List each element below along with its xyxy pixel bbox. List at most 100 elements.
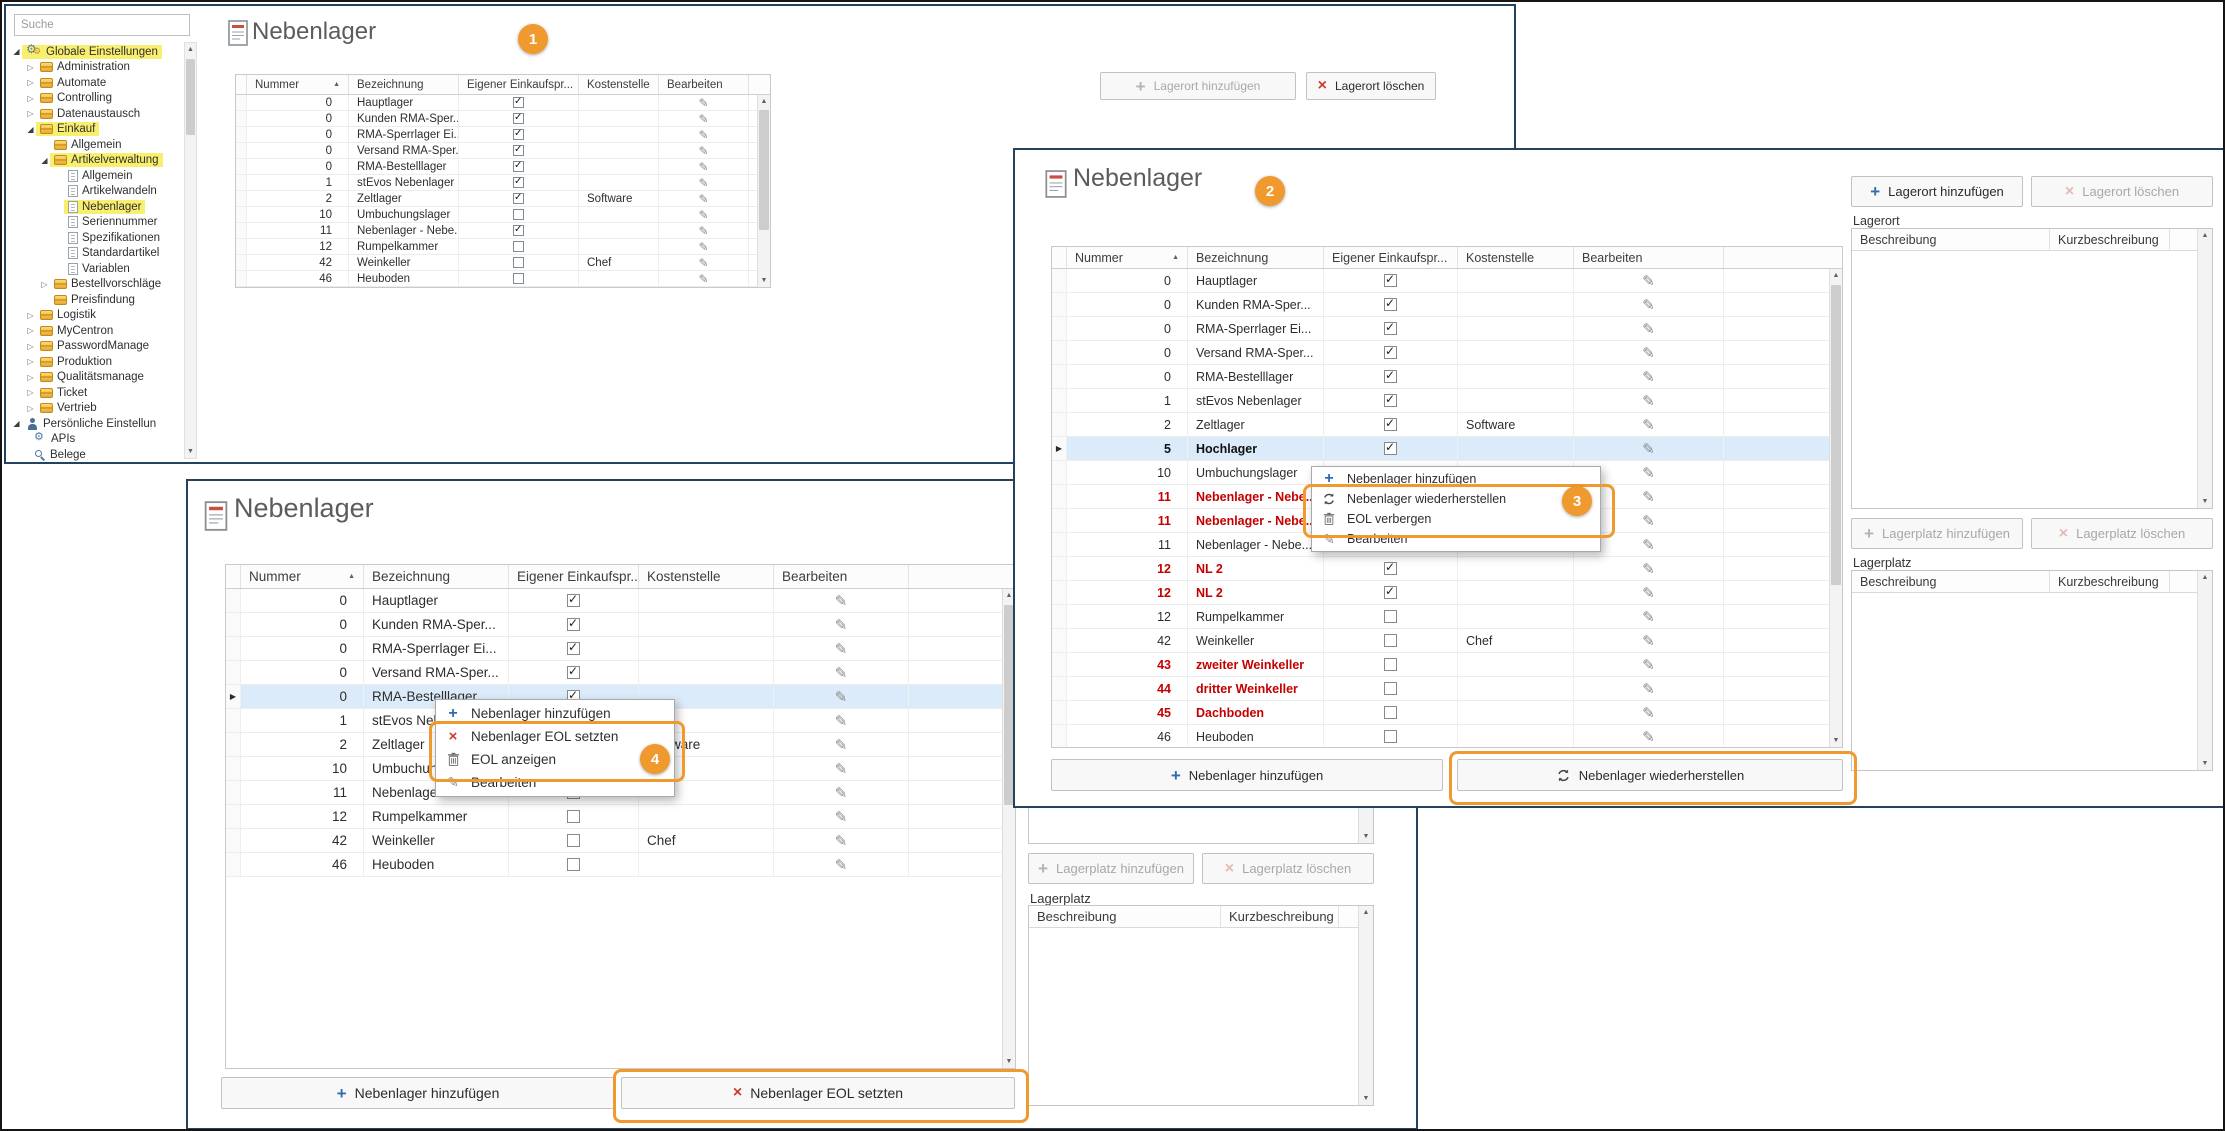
column-header-bearbeiten[interactable]: Bearbeiten (774, 565, 909, 588)
edit-pencil-icon[interactable] (1642, 536, 1655, 554)
scroll-down-icon[interactable] (185, 445, 196, 458)
eigener-einkaufspreis-checkbox[interactable] (567, 858, 580, 871)
eigener-einkaufspreis-checkbox[interactable] (1384, 370, 1397, 383)
edit-pencil-icon[interactable] (835, 808, 848, 826)
tree-item[interactable]: Spezifikationen (6, 230, 184, 246)
lagerplatz-loeschen-button[interactable]: ×Lagerplatz löschen (1202, 853, 1374, 884)
eigener-einkaufspreis-checkbox[interactable] (567, 834, 580, 847)
tree-item[interactable]: Variablen (6, 261, 184, 277)
table-scrollbar[interactable] (757, 95, 770, 287)
edit-pencil-icon[interactable] (1642, 656, 1655, 674)
edit-pencil-icon[interactable] (835, 712, 848, 730)
table-row[interactable]: 0 RMA-Bestelllager (236, 159, 757, 175)
table-row[interactable]: 2 Zeltlager Software (236, 191, 757, 207)
tree-expander-icon[interactable] (25, 78, 36, 87)
table-row[interactable]: 46 Heuboden (236, 271, 757, 287)
edit-pencil-icon[interactable] (698, 176, 708, 190)
scroll-down-icon[interactable] (1003, 1055, 1015, 1068)
eigener-einkaufspreis-checkbox[interactable] (513, 241, 524, 252)
column-header-nummer[interactable]: Nummer▲ (247, 75, 349, 94)
eigener-einkaufspreis-checkbox[interactable] (1384, 274, 1397, 287)
table-row[interactable]: 0 RMA-Bestelllager (1052, 365, 1829, 389)
table-row[interactable]: 0 Hauptlager (236, 95, 757, 111)
edit-pencil-icon[interactable] (1642, 440, 1655, 458)
column-header-kurzbeschreibung[interactable]: Kurzbeschreibung (2050, 229, 2170, 250)
eigener-einkaufspreis-checkbox[interactable] (1384, 562, 1397, 575)
edit-pencil-icon[interactable] (698, 224, 708, 238)
search-input[interactable] (14, 14, 190, 36)
tree-item[interactable]: PasswordManage (6, 339, 184, 355)
table-row[interactable]: 5 Hochlager (1052, 437, 1829, 461)
tree-expander-icon[interactable] (25, 63, 36, 72)
table-row[interactable]: 0 RMA-Sperrlager Ei... (236, 127, 757, 143)
nebenlager-wiederherstellen-button[interactable]: Nebenlager wiederherstellen (1457, 759, 1843, 791)
table-row[interactable]: 44 dritter Weinkeller (1052, 677, 1829, 701)
eigener-einkaufspreis-checkbox[interactable] (513, 273, 524, 284)
tree-item[interactable]: Artikelverwaltung (6, 153, 184, 169)
nebenlager-hinzufuegen-button[interactable]: +Nebenlager hinzufügen (1051, 759, 1443, 791)
edit-pencil-icon[interactable] (1642, 728, 1655, 746)
edit-pencil-icon[interactable] (698, 112, 708, 126)
tree-expander-icon[interactable] (25, 342, 36, 351)
tree-expander-icon[interactable] (25, 311, 36, 320)
eigener-einkaufspreis-checkbox[interactable] (513, 161, 524, 172)
table-row[interactable]: 0 Versand RMA-Sper... (236, 143, 757, 159)
edit-pencil-icon[interactable] (1642, 464, 1655, 482)
tree-item[interactable]: Nebenlager (6, 199, 184, 215)
eigener-einkaufspreis-checkbox[interactable] (1384, 298, 1397, 311)
column-header-bezeichnung[interactable]: Bezeichnung (349, 75, 459, 94)
tree-expander-icon[interactable] (25, 326, 36, 335)
lagerplatz-loeschen-button[interactable]: ×Lagerplatz löschen (2031, 518, 2213, 549)
eigener-einkaufspreis-checkbox[interactable] (1384, 346, 1397, 359)
edit-pencil-icon[interactable] (698, 128, 708, 142)
table-row[interactable]: 0 Kunden RMA-Sper... (1052, 293, 1829, 317)
eigener-einkaufspreis-checkbox[interactable] (567, 666, 580, 679)
edit-pencil-icon[interactable] (835, 784, 848, 802)
menu-item-eol-anzeigen[interactable]: EOL anzeigen (436, 748, 674, 771)
lagerplatz-hinzufuegen-button[interactable]: +Lagerplatz hinzufügen (1851, 518, 2023, 549)
tree-item[interactable]: Qualitätsmanage (6, 370, 184, 386)
table-row[interactable]: 42 Weinkeller Chef (226, 829, 1002, 853)
tree-item[interactable]: Persönliche Einstellun (6, 416, 184, 432)
lagerort-loeschen-button[interactable]: ×Lagerort löschen (2031, 176, 2213, 207)
nebenlager-eol-setzten-button[interactable]: ×Nebenlager EOL setzten (621, 1077, 1015, 1109)
menu-item-eol-verbergen[interactable]: EOL verbergen (1312, 509, 1600, 529)
lagerort-hinzufuegen-button[interactable]: +Lagerort hinzufügen (1851, 176, 2023, 207)
tree-item[interactable]: Seriennummer (6, 215, 184, 231)
edit-pencil-icon[interactable] (835, 688, 848, 706)
tree-expander-icon[interactable] (25, 373, 36, 382)
tree-expander-icon[interactable] (11, 47, 22, 56)
list-scrollbar[interactable] (1358, 906, 1373, 1105)
lagerplatz-hinzufuegen-button[interactable]: +Lagerplatz hinzufügen (1028, 853, 1194, 884)
lagerort-loeschen-button[interactable]: ×Lagerort löschen (1306, 72, 1436, 100)
tree-item[interactable]: Einkauf (6, 122, 184, 138)
tree-expander-icon[interactable] (25, 94, 36, 103)
menu-item-bearbeiten[interactable]: ✎ Bearbeiten (1312, 529, 1600, 549)
eigener-einkaufspreis-checkbox[interactable] (513, 145, 524, 156)
tree-item[interactable]: Automate (6, 75, 184, 91)
menu-item-bearbeiten[interactable]: ✎ Bearbeiten (436, 771, 674, 794)
column-header-eigener-einkaufspreis[interactable]: Eigener Einkaufspr... (459, 75, 579, 94)
tree-item[interactable]: Standardartikel (6, 246, 184, 262)
eigener-einkaufspreis-checkbox[interactable] (1384, 610, 1397, 623)
tree-item[interactable]: Controlling (6, 91, 184, 107)
nebenlager-hinzufuegen-button[interactable]: +Nebenlager hinzufügen (221, 1077, 615, 1109)
column-header-nummer[interactable]: Nummer▲ (241, 565, 364, 588)
tree-item[interactable]: APIs (6, 432, 184, 448)
edit-pencil-icon[interactable] (835, 736, 848, 754)
eigener-einkaufspreis-checkbox[interactable] (513, 177, 524, 188)
edit-pencil-icon[interactable] (1642, 344, 1655, 362)
list-scrollbar[interactable] (2197, 229, 2212, 508)
table-row[interactable]: 42 Weinkeller Chef (1052, 629, 1829, 653)
eigener-einkaufspreis-checkbox[interactable] (567, 594, 580, 607)
tree-expander-icon[interactable] (25, 125, 36, 134)
tree-item[interactable]: Globale Einstellungen (6, 44, 184, 60)
column-header-eigener-einkaufspreis[interactable]: Eigener Einkaufspr... (509, 565, 639, 588)
column-header-kurzbeschreibung[interactable]: Kurzbeschreibung (1221, 906, 1339, 927)
edit-pencil-icon[interactable] (1642, 320, 1655, 338)
scroll-up-icon[interactable] (2198, 571, 2212, 584)
table-row[interactable]: 12 NL 2 (1052, 581, 1829, 605)
edit-pencil-icon[interactable] (1642, 272, 1655, 290)
edit-pencil-icon[interactable] (698, 256, 708, 270)
lagerort-hinzufuegen-button[interactable]: +Lagerort hinzufügen (1100, 72, 1296, 100)
